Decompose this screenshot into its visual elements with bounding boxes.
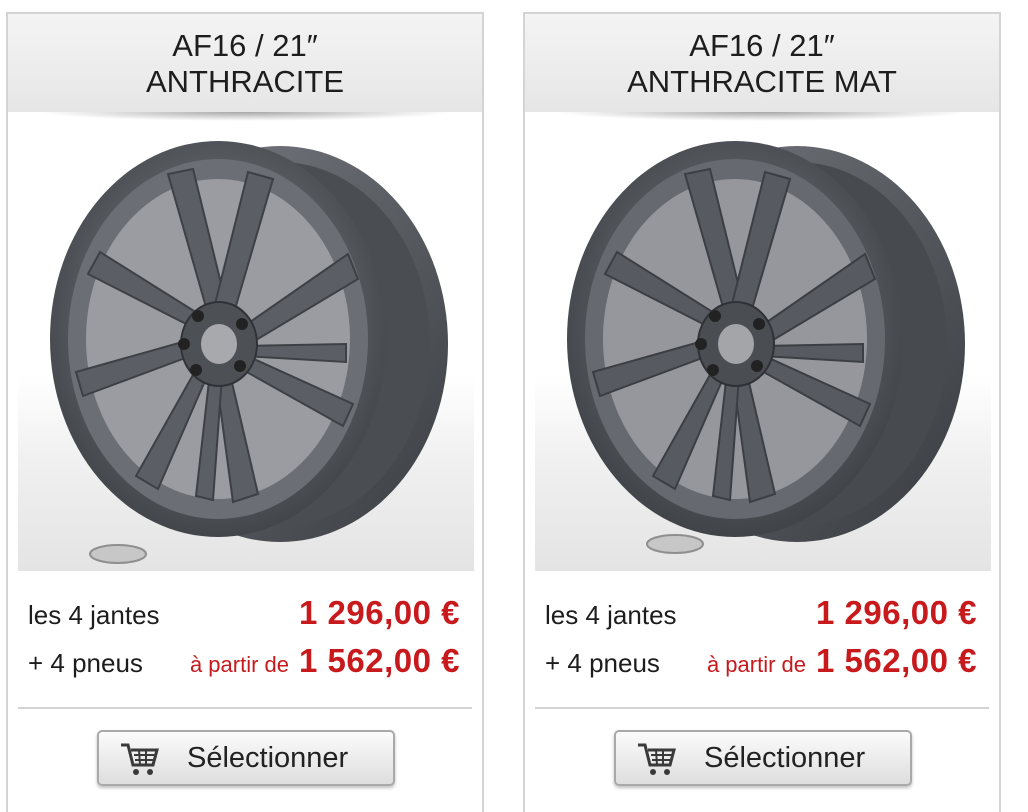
select-button-label: Sélectionner — [704, 741, 866, 774]
wheel-image[interactable] — [535, 134, 991, 571]
tyres-from-label: à partir de — [189, 652, 290, 677]
product-card-anthracite: AF16 / 21″ ANTHRACITE les 4 jantes 1 296… — [6, 12, 484, 812]
product-title: AF16 / 21″ ANTHRACITE — [8, 14, 482, 121]
product-title-line2: ANTHRACITE — [145, 64, 345, 99]
product-title-line1: AF16 / 21″ — [689, 28, 835, 63]
rims-label: les 4 jantes — [545, 600, 677, 630]
tyres-price: 1 562,00 € — [816, 642, 977, 679]
product-title: AF16 / 21″ ANTHRACITE MAT — [525, 14, 999, 121]
tyres-price-row: + 4 pneus à partir de 1 562,00 € — [28, 642, 460, 680]
rims-price: 1 296,00 € — [816, 594, 977, 631]
tyres-label: + 4 pneus — [28, 648, 143, 678]
rims-label: les 4 jantes — [28, 600, 160, 630]
wheel-image[interactable] — [18, 134, 474, 571]
select-button-label: Sélectionner — [187, 741, 349, 774]
cart-icon — [121, 743, 159, 775]
product-title-line1: AF16 / 21″ — [172, 28, 318, 63]
divider — [535, 707, 989, 709]
tyres-label: + 4 pneus — [545, 648, 660, 678]
tyres-from-label: à partir de — [706, 652, 807, 677]
cart-icon — [638, 743, 676, 775]
product-title-line2: ANTHRACITE MAT — [627, 64, 897, 99]
tyres-price: 1 562,00 € — [299, 642, 460, 679]
tyres-price-row: + 4 pneus à partir de 1 562,00 € — [545, 642, 977, 680]
rims-price-row: les 4 jantes 1 296,00 € — [28, 594, 460, 632]
select-button[interactable]: Sélectionner — [614, 730, 912, 786]
rims-price: 1 296,00 € — [299, 594, 460, 631]
select-button[interactable]: Sélectionner — [97, 730, 395, 786]
rims-price-row: les 4 jantes 1 296,00 € — [545, 594, 977, 632]
divider — [18, 707, 472, 709]
product-card-anthracite-mat: AF16 / 21″ ANTHRACITE MAT les 4 jantes 1… — [523, 12, 1001, 812]
